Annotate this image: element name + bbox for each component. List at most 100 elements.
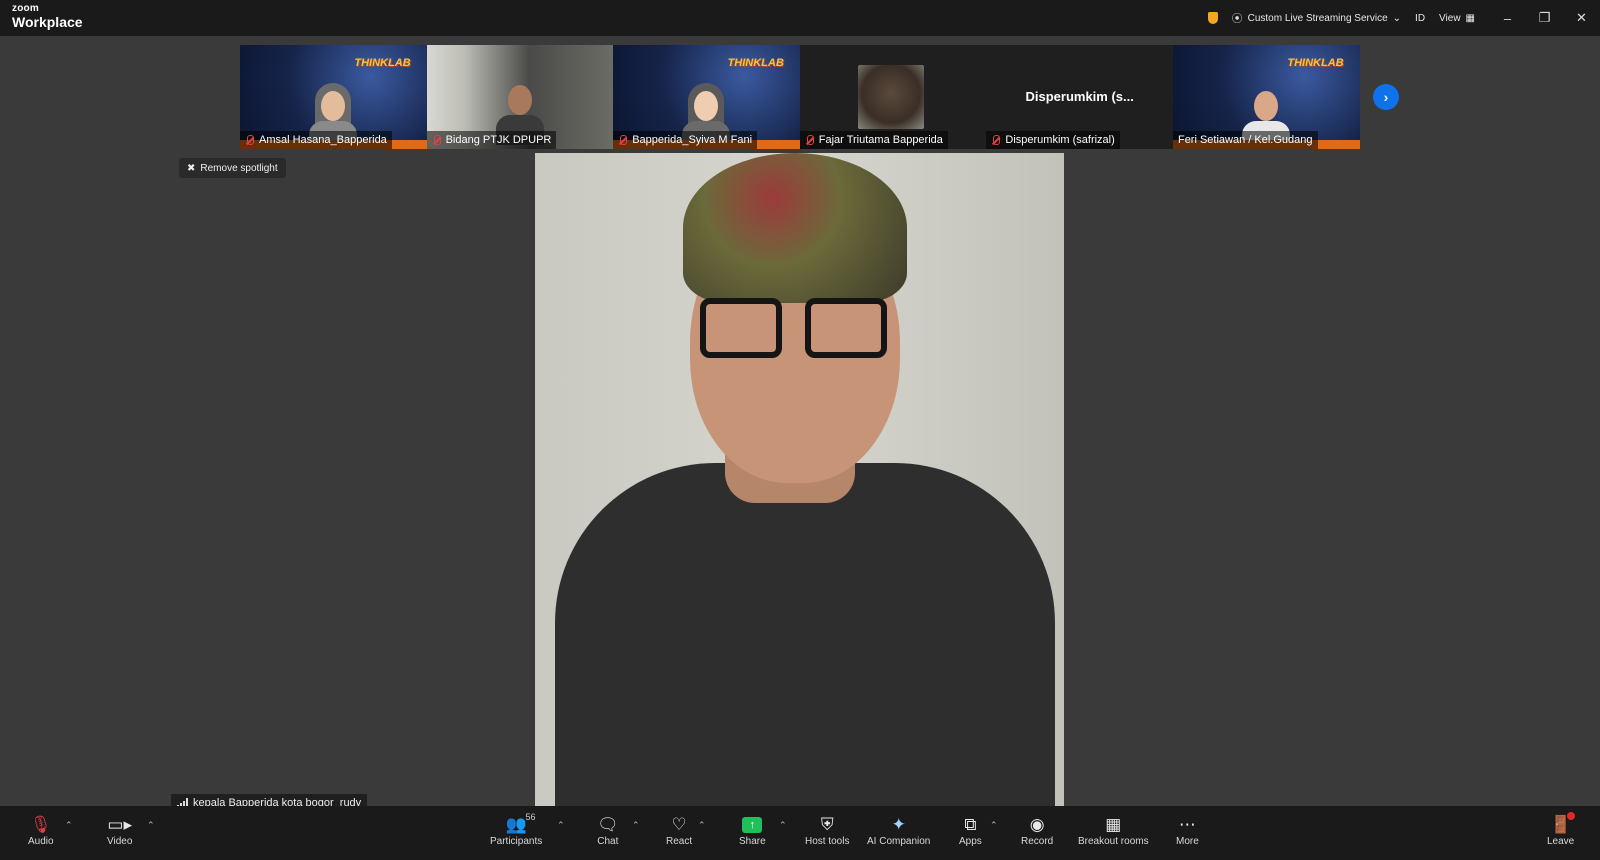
speaker-body xyxy=(555,463,1055,807)
participant-name-bar: Bidang PTJK DPUPR xyxy=(426,131,557,149)
leave-icon: 🚪 xyxy=(1550,812,1576,836)
participant-display-name: Disperumkim (s... xyxy=(1025,89,1134,104)
react-label: React xyxy=(666,836,693,847)
participant-name: Bidang PTJK DPUPR xyxy=(445,134,552,146)
minimize-button[interactable]: – xyxy=(1489,0,1526,36)
remove-spotlight-button[interactable]: ✖ Remove spotlight xyxy=(179,158,286,178)
share-screen-icon: ↑ xyxy=(742,817,763,833)
participant-tile[interactable]: Bidang PTJK DPUPR xyxy=(426,45,614,149)
host-tools-button[interactable]: ⛨ Host tools xyxy=(805,814,849,847)
thinklab-badge: THINKLAB xyxy=(1287,57,1344,69)
record-icon: ◉ xyxy=(1029,815,1045,834)
participant-name: Feri Setiawan / Kel.Gudang xyxy=(1177,134,1313,146)
participant-tile[interactable]: THINKLAB Feri Setiawan / Kel.Gudang xyxy=(1172,45,1360,149)
minimize-icon: – xyxy=(1503,10,1512,26)
more-icon: ⋯ xyxy=(1178,815,1196,834)
participant-tile[interactable]: THINKLAB Bapperida_Syiva M Fani xyxy=(613,45,800,149)
participant-name-bar: Amsal Hasana_Bapperida xyxy=(240,131,392,149)
mic-muted-icon xyxy=(618,134,628,146)
remove-spotlight-label: Remove spotlight xyxy=(200,162,278,174)
logo-zoom-text: zoom xyxy=(12,3,39,14)
glasses-right xyxy=(805,298,887,358)
encryption-indicator[interactable] xyxy=(1207,12,1218,24)
participant-name-bar: Bapperida_Syiva M Fani xyxy=(613,131,758,149)
mic-muted-icon xyxy=(991,134,1001,146)
participant-strip: THINKLAB Amsal Hasana_Bapperida Bidang P… xyxy=(240,45,1360,149)
ai-companion-button[interactable]: ✦ AI Companion xyxy=(867,814,930,847)
pin-icon: ✖ xyxy=(187,162,196,174)
leave-button[interactable]: 🚪 Leave xyxy=(1547,812,1576,847)
close-icon: ✕ xyxy=(1576,10,1587,25)
grid-icon: ▦ xyxy=(1465,12,1475,24)
participant-name-bar: Fajar Triutama Bapperida xyxy=(799,131,948,149)
sparkle-icon: ✦ xyxy=(891,815,906,834)
participant-name-bar: Disperumkim (safrizal) xyxy=(986,131,1120,149)
apps-button[interactable]: ⧉ Apps xyxy=(959,814,982,847)
mic-muted-icon xyxy=(432,134,441,146)
apps-label: Apps xyxy=(959,836,982,847)
restore-button[interactable]: ❐ xyxy=(1526,0,1563,36)
meeting-stage: THINKLAB Amsal Hasana_Bapperida Bidang P… xyxy=(0,36,1600,812)
host-tools-label: Host tools xyxy=(805,836,850,847)
audio-options-caret[interactable]: ⌃ xyxy=(65,820,73,831)
breakout-rooms-button[interactable]: ▦ Breakout rooms xyxy=(1078,814,1149,847)
participant-tile[interactable]: THINKLAB Amsal Hasana_Bapperida xyxy=(240,45,427,149)
audio-button[interactable]: 🎙 Audio xyxy=(28,814,54,847)
more-label: More xyxy=(1176,836,1199,847)
record-label: Record xyxy=(1021,836,1054,847)
participant-tile[interactable]: Disperumkim (s... Disperumkim (safrizal) xyxy=(986,45,1173,149)
shield-icon: ⛨ xyxy=(820,815,834,834)
more-button[interactable]: ⋯ More xyxy=(1176,814,1199,847)
spotlight-video[interactable] xyxy=(535,153,1064,807)
logo-workplace-text: Workplace xyxy=(12,14,83,30)
breakout-rooms-label: Breakout rooms xyxy=(1078,836,1149,847)
record-button[interactable]: ◉ Record xyxy=(1021,814,1053,847)
ai-companion-label: AI Companion xyxy=(867,836,931,847)
close-button[interactable]: ✕ xyxy=(1563,0,1600,36)
thinklab-badge: THINKLAB xyxy=(727,57,784,69)
breakout-rooms-icon: ▦ xyxy=(1105,815,1122,834)
chevron-right-icon: › xyxy=(1383,89,1389,105)
participants-icon: 👥 56 xyxy=(505,812,536,834)
share-options-caret[interactable]: ⌃ xyxy=(779,820,787,831)
chat-button[interactable]: 🗨 Chat xyxy=(597,814,619,847)
profile-picture xyxy=(857,65,924,129)
broadcast-icon: ⦿ xyxy=(1231,13,1243,25)
video-camera-icon: ▭▸ xyxy=(107,815,132,834)
chat-options-caret[interactable]: ⌃ xyxy=(632,820,640,831)
chat-label: Chat xyxy=(597,836,619,847)
chevron-down-icon: ⌄ xyxy=(1392,12,1402,24)
participants-button[interactable]: 👥 56 Participants xyxy=(490,812,543,847)
apps-options-caret[interactable]: ⌃ xyxy=(990,820,998,831)
share-label: Share xyxy=(739,836,766,847)
participants-options-caret[interactable]: ⌃ xyxy=(557,820,565,831)
participant-name: Fajar Triutama Bapperida xyxy=(818,134,943,146)
apps-icon: ⧉ xyxy=(964,815,977,834)
shield-icon xyxy=(1207,12,1218,24)
live-streaming-menu[interactable]: ⦿ Custom Live Streaming Service ⌄ xyxy=(1232,10,1401,26)
meeting-toolbar: 🎙 Audio ⌃ ▭▸ Video ⌃ 👥 56 Participants ⌃ … xyxy=(0,806,1600,860)
participant-name: Disperumkim (safrizal) xyxy=(1005,134,1115,146)
participants-label: Participants xyxy=(490,836,543,847)
speaker-headwear xyxy=(683,153,907,303)
share-button[interactable]: ↑ Share xyxy=(739,814,766,847)
next-page-button[interactable]: › xyxy=(1373,84,1399,110)
react-button[interactable]: ♡ React xyxy=(666,814,692,847)
video-label: Video xyxy=(107,836,133,847)
mic-muted-icon: 🎙 xyxy=(29,815,52,834)
mic-muted-icon xyxy=(245,134,254,146)
video-options-caret[interactable]: ⌃ xyxy=(147,820,155,831)
participants-count: 56 xyxy=(525,812,536,822)
title-bar: zoom Workplace ⦿ Custom Live Streaming S… xyxy=(0,0,1600,36)
video-button[interactable]: ▭▸ Video xyxy=(107,814,132,847)
participant-name: Bapperida_Syiva M Fani xyxy=(632,134,753,146)
view-label: View xyxy=(1439,12,1461,24)
chat-bubble-icon: 🗨 xyxy=(597,815,619,834)
participant-name: Amsal Hasana_Bapperida xyxy=(259,134,387,146)
leave-label: Leave xyxy=(1547,836,1575,847)
meeting-id-button[interactable]: ID xyxy=(1415,13,1425,24)
participant-tile[interactable]: Fajar Triutama Bapperida xyxy=(799,45,987,149)
zoom-logo: zoom Workplace xyxy=(12,3,83,30)
view-menu[interactable]: View ▦ xyxy=(1439,13,1475,24)
react-options-caret[interactable]: ⌃ xyxy=(698,820,706,831)
